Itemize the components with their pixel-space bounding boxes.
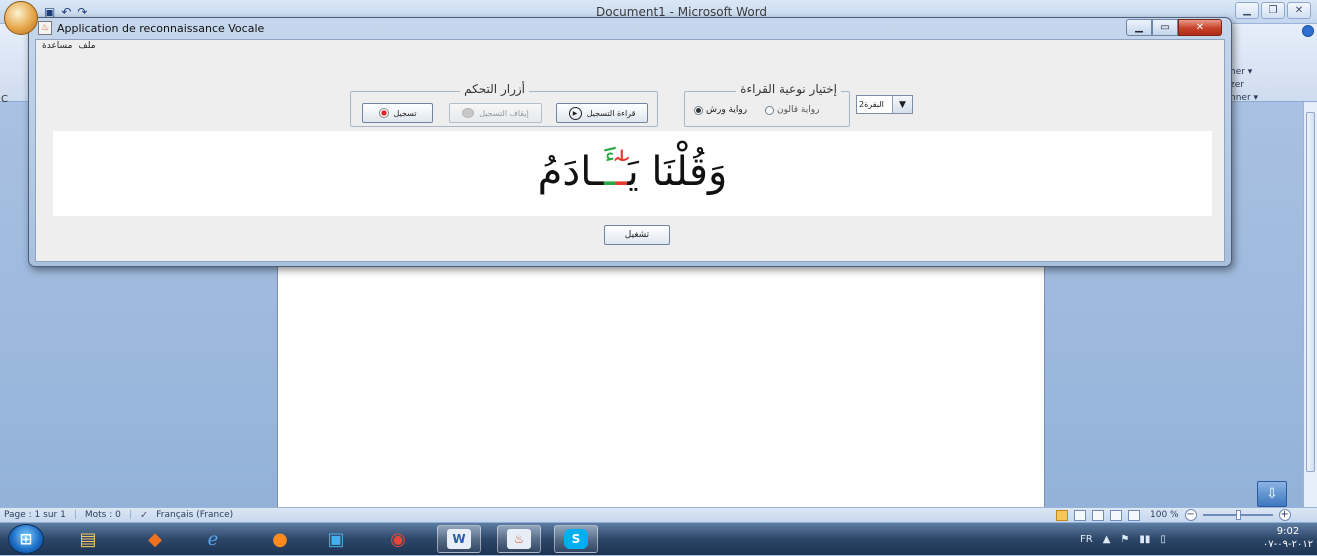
battery-icon[interactable]: ▯ — [1160, 534, 1166, 545]
maximize-icon[interactable]: ▭ — [1152, 19, 1178, 36]
record-button[interactable]: تسجيل — [362, 103, 433, 123]
zoom-out-icon[interactable]: − — [1184, 509, 1197, 521]
word-icon: W — [447, 529, 471, 549]
word-window-controls: ▁ ❐ ✕ — [1235, 2, 1311, 19]
taskbar: ⊞ ▤ ◆ ℯ ● ▣ ◉ W ♨ S FR ▲ ⚑ ▮▮ ▯ 9:02 ٢٠١… — [0, 522, 1317, 555]
print-layout-icon[interactable] — [1056, 509, 1068, 521]
full-screen-reading-icon[interactable] — [1074, 509, 1086, 521]
verse-part: وَقُلْنَا يَ — [627, 149, 728, 195]
record-icon — [378, 108, 389, 118]
word-statusbar: Page : 1 sur 1 | Mots : 0 | ✓ Français (… — [0, 507, 1317, 522]
skype-taskbar-icon[interactable]: S — [554, 525, 598, 553]
reading-type-group: إختيار نوعية القراءة رواية ورش رواية قال… — [684, 82, 850, 127]
vertical-scrollbar[interactable] — [1303, 102, 1317, 507]
action-center-flag-icon[interactable]: ⚑ — [1120, 534, 1129, 545]
word-taskbar-icon[interactable]: W — [437, 525, 481, 553]
play-recording-button[interactable]: قراءة التسجيل ▶ — [556, 103, 648, 123]
skype-icon: S — [564, 529, 588, 549]
record-label: تسجيل — [393, 108, 417, 118]
close-icon[interactable]: ✕ — [1287, 2, 1311, 19]
office-button[interactable] — [4, 1, 38, 35]
radio-warsh-indicator[interactable] — [694, 105, 703, 115]
ribbon-item[interactable]: her ▾ — [1230, 66, 1300, 79]
web-layout-icon[interactable] — [1092, 509, 1104, 521]
chrome-icon[interactable]: ◉ — [376, 525, 420, 553]
page-count[interactable]: Page : 1 sur 1 — [4, 510, 66, 520]
minimize-icon[interactable]: ▁ — [1126, 19, 1152, 36]
language-indicator[interactable]: Français (France) — [156, 510, 233, 520]
close-button[interactable]: ✕ — [1178, 19, 1222, 36]
radio-warsh-label: رواية ورش — [706, 105, 748, 115]
start-button[interactable]: ⊞ — [8, 524, 44, 554]
zoom-slider-thumb[interactable] — [1235, 510, 1241, 520]
app-titlebar[interactable]: ♨ Application de reconnaissance Vocale ▁… — [29, 18, 1231, 38]
firefox-icon[interactable]: ● — [258, 525, 302, 553]
menu-bar: مساعدة ملف — [42, 41, 96, 51]
app-client-area: مساعدة ملف أزرار التحكم تسجيل إيقاف التس… — [35, 39, 1225, 262]
help-icon[interactable] — [1302, 25, 1314, 37]
system-tray: FR ▲ ⚑ ▮▮ ▯ — [1080, 523, 1166, 556]
ribbon-item[interactable]: zer — [1230, 79, 1300, 92]
paint-app-icon[interactable]: ◆ — [133, 525, 177, 553]
zoom-level[interactable]: 100 % — [1150, 510, 1179, 520]
verse-display-panel: وَقُلْنَا يَـٰٓـَٔـادَمُ — [53, 131, 1212, 216]
show-hidden-icons-icon[interactable]: ▲ — [1103, 534, 1111, 545]
radio-warsh[interactable]: رواية ورش — [694, 105, 747, 115]
java-app-icon: ♨ — [38, 21, 52, 35]
outline-icon[interactable] — [1110, 509, 1122, 521]
network-icon[interactable]: ▮▮ — [1139, 534, 1150, 545]
select-browse-object-icon[interactable]: ⇩ — [1257, 481, 1287, 507]
verse-part: ـادَمُ — [537, 149, 605, 195]
menu-file[interactable]: ملف — [78, 41, 95, 51]
media-player-icon[interactable]: ▣ — [314, 525, 358, 553]
draft-icon[interactable] — [1128, 509, 1140, 521]
stop-icon — [462, 108, 475, 118]
proofing-icon[interactable]: ✓ — [140, 510, 148, 521]
separator: | — [73, 510, 77, 520]
minimize-icon[interactable]: ▁ — [1235, 2, 1259, 19]
separator: | — [128, 510, 132, 520]
verse-text: وَقُلْنَا يَـٰٓـَٔـادَمُ — [53, 134, 1212, 210]
play-recording-label: قراءة التسجيل — [586, 108, 636, 118]
stop-recording-button: إيقاف التسجيل — [449, 103, 542, 123]
surah-select[interactable]: البقرة2 ▼ — [856, 95, 913, 114]
app-window: ♨ Application de reconnaissance Vocale ▁… — [28, 17, 1232, 267]
reading-type-title: إختيار نوعية القراءة — [736, 82, 841, 96]
scrollbar-thumb[interactable] — [1306, 112, 1315, 472]
clock-time: 9:02 — [1276, 526, 1300, 537]
menu-help[interactable]: مساعدة — [42, 41, 72, 51]
clock-date: ٢٠١٢-٠٩-٠٧ — [1262, 539, 1314, 550]
chevron-down-icon[interactable]: ▼ — [892, 96, 912, 113]
controls-group: أزرار التحكم تسجيل إيقاف التسجيل قراءة ا… — [350, 82, 658, 127]
language-bar[interactable]: FR — [1080, 534, 1093, 545]
internet-explorer-icon[interactable]: ℯ — [191, 525, 235, 553]
word-count[interactable]: Mots : 0 — [85, 510, 121, 520]
app-window-title: Application de reconnaissance Vocale — [57, 22, 265, 35]
system-clock[interactable]: 9:02 ٢٠١٢-٠٩-٠٧ — [1262, 525, 1314, 551]
surah-selected-value: البقرة2 — [859, 100, 884, 109]
java-taskbar-icon[interactable]: ♨ — [497, 525, 541, 553]
java-icon: ♨ — [507, 529, 531, 549]
radio-qalun[interactable]: رواية قالون — [765, 105, 819, 115]
explorer-icon[interactable]: ▤ — [66, 525, 110, 553]
verse-highlight-correct: ـَٔ — [604, 149, 616, 195]
zoom-in-icon[interactable]: + — [1278, 509, 1291, 521]
run-button[interactable]: تشغيل — [604, 225, 670, 245]
radio-qalun-indicator[interactable] — [765, 105, 774, 115]
play-icon: ▶ — [568, 106, 582, 120]
maximize-icon[interactable]: ❐ — [1261, 2, 1285, 19]
app-window-controls: ▁ ▭ ✕ — [1126, 19, 1222, 36]
radio-qalun-label: رواية قالون — [777, 105, 820, 115]
controls-group-title: أزرار التحكم — [460, 82, 529, 96]
verse-highlight-error: ـٰٓ — [615, 149, 628, 195]
stop-recording-label: إيقاف التسجيل — [479, 108, 529, 118]
zoom-slider[interactable] — [1202, 510, 1273, 520]
